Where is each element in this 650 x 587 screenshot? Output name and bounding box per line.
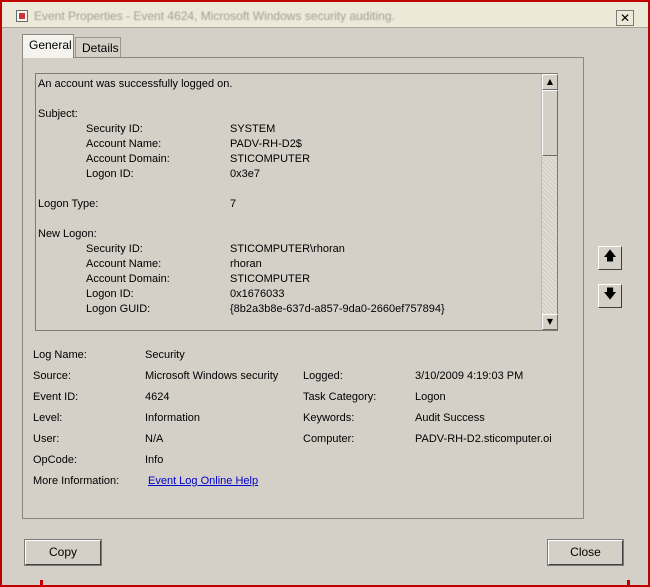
subject-account-name-label: Account Name:	[86, 138, 162, 150]
window-title: Event Properties - Event 4624, Microsoft…	[34, 9, 395, 23]
subject-logon-id-label: Logon ID:	[86, 168, 134, 180]
source-value: Microsoft Windows security	[145, 370, 279, 382]
scroll-down-arrow-icon[interactable]: ▼	[542, 314, 558, 330]
log-name-label: Log Name:	[33, 349, 87, 361]
new-logon-account-domain-label: Account Domain:	[86, 273, 170, 285]
new-logon-security-id-value: STICOMPUTER\rhoran	[230, 243, 345, 255]
scrollbar-thumb[interactable]	[542, 90, 558, 156]
opcode-value: Info	[145, 454, 164, 466]
frame-marker-left	[40, 580, 43, 587]
event-id-label: Event ID:	[33, 391, 79, 403]
level-label: Level:	[33, 412, 63, 424]
event-headline: An account was successfully logged on.	[38, 78, 233, 90]
event-viewer-icon	[16, 10, 28, 22]
subject-account-domain-value: STICOMPUTER	[230, 153, 311, 165]
log-name-value: Security	[145, 349, 185, 361]
logged-value: 3/10/2009 4:19:03 PM	[415, 370, 524, 382]
tab-general[interactable]: General	[22, 34, 74, 58]
logged-label: Logged:	[303, 370, 343, 382]
opcode-label: OpCode:	[33, 454, 78, 466]
close-button[interactable]: Close	[547, 539, 624, 566]
previous-event-button[interactable]: 🡅	[598, 246, 622, 270]
new-logon-heading: New Logon:	[38, 228, 97, 240]
subject-logon-id-value: 0x3e7	[230, 168, 260, 180]
title-bar[interactable]: Event Properties - Event 4624, Microsoft…	[2, 2, 648, 28]
new-logon-security-id-label: Security ID:	[86, 243, 143, 255]
new-logon-guid-label: Logon GUID:	[86, 303, 151, 315]
user-value: N/A	[145, 433, 164, 445]
copy-button[interactable]: Copy	[24, 539, 102, 566]
frame-marker-right	[627, 580, 630, 587]
new-logon-logon-id-value: 0x1676033	[230, 288, 285, 300]
description-scrollbar[interactable]: ▲ ▼	[541, 74, 558, 330]
logon-type-value: 7	[230, 198, 237, 210]
subject-security-id-value: SYSTEM	[230, 123, 276, 135]
tab-details[interactable]: Details	[75, 37, 121, 58]
arrow-up-icon: 🡅	[603, 249, 617, 264]
computer-value: PADV-RH-D2.sticomputer.oi	[415, 433, 552, 445]
new-logon-account-domain-value: STICOMPUTER	[230, 273, 311, 285]
keywords-value: Audit Success	[415, 412, 485, 424]
user-label: User:	[33, 433, 60, 445]
scroll-up-arrow-icon[interactable]: ▲	[542, 74, 558, 90]
new-logon-account-name-value: rhoran	[230, 258, 262, 270]
subject-account-domain-label: Account Domain:	[86, 153, 170, 165]
task-category-label: Task Category:	[303, 391, 377, 403]
arrow-down-icon: 🡇	[603, 287, 617, 302]
new-logon-account-name-label: Account Name:	[86, 258, 162, 270]
close-icon[interactable]: ✕	[616, 10, 634, 26]
level-value: Information	[145, 412, 201, 424]
new-logon-logon-id-label: Logon ID:	[86, 288, 134, 300]
event-log-online-help-link[interactable]: Event Log Online Help	[148, 475, 258, 487]
keywords-label: Keywords:	[303, 412, 355, 424]
next-event-button[interactable]: 🡇	[598, 284, 622, 308]
task-category-value: Logon	[415, 391, 446, 403]
logon-type-label: Logon Type:	[38, 198, 99, 210]
more-information-label: More Information:	[33, 475, 120, 487]
subject-heading: Subject:	[38, 108, 78, 120]
source-label: Source:	[33, 370, 71, 382]
new-logon-guid-value: {8b2a3b8e-637d-a857-9da0-2660ef757894}	[230, 303, 445, 315]
subject-security-id-label: Security ID:	[86, 123, 143, 135]
event-id-value: 4624	[145, 391, 170, 403]
event-description-box[interactable]: An account was successfully logged on. S…	[35, 73, 558, 331]
computer-label: Computer:	[303, 433, 355, 445]
subject-account-name-value: PADV-RH-D2$	[230, 138, 302, 150]
